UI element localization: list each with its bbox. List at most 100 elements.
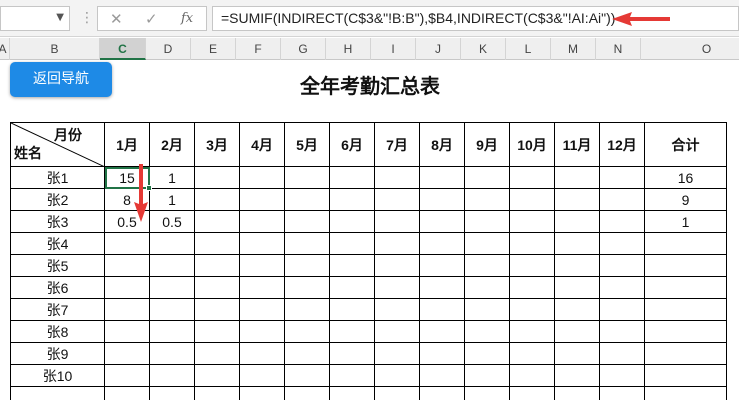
- total-cell[interactable]: [644, 342, 727, 365]
- month-header-cell[interactable]: 12月: [599, 122, 645, 167]
- value-cell[interactable]: [149, 320, 195, 343]
- column-header-n[interactable]: N: [596, 38, 641, 60]
- value-cell[interactable]: [509, 298, 555, 321]
- value-cell[interactable]: [329, 210, 375, 233]
- month-header-cell[interactable]: 2月: [149, 122, 195, 167]
- value-cell[interactable]: [194, 210, 240, 233]
- value-cell[interactable]: [374, 364, 420, 387]
- back-to-navigation-button[interactable]: 返回导航: [10, 62, 112, 97]
- value-cell[interactable]: [419, 298, 465, 321]
- total-cell[interactable]: [644, 232, 727, 255]
- value-cell[interactable]: [554, 298, 600, 321]
- name-cell[interactable]: 张5: [10, 254, 105, 277]
- value-cell[interactable]: [464, 342, 510, 365]
- column-header-i[interactable]: I: [371, 38, 416, 60]
- name-cell[interactable]: 张2: [10, 188, 105, 211]
- value-cell[interactable]: [554, 188, 600, 211]
- value-cell[interactable]: [104, 364, 150, 387]
- value-cell[interactable]: [554, 166, 600, 189]
- value-cell[interactable]: [239, 254, 285, 277]
- value-cell[interactable]: [464, 210, 510, 233]
- value-cell[interactable]: [464, 188, 510, 211]
- value-cell[interactable]: [509, 276, 555, 299]
- value-cell[interactable]: [374, 254, 420, 277]
- value-cell[interactable]: [194, 276, 240, 299]
- total-cell[interactable]: [644, 298, 727, 321]
- value-cell[interactable]: [284, 254, 330, 277]
- value-cell[interactable]: [509, 232, 555, 255]
- value-cell[interactable]: [374, 342, 420, 365]
- month-header-cell[interactable]: 6月: [329, 122, 375, 167]
- value-cell[interactable]: [329, 188, 375, 211]
- value-cell[interactable]: 1: [149, 188, 195, 211]
- value-cell[interactable]: [329, 298, 375, 321]
- value-cell[interactable]: [149, 254, 195, 277]
- value-cell[interactable]: [419, 232, 465, 255]
- value-cell[interactable]: [374, 232, 420, 255]
- chevron-down-icon[interactable]: ▼: [56, 12, 64, 23]
- value-cell[interactable]: [239, 342, 285, 365]
- value-cell[interactable]: [149, 364, 195, 387]
- column-header-c[interactable]: C: [100, 38, 146, 60]
- column-header-h[interactable]: H: [326, 38, 371, 60]
- value-cell[interactable]: [554, 342, 600, 365]
- value-cell[interactable]: [239, 210, 285, 233]
- value-cell[interactable]: [509, 166, 555, 189]
- value-cell[interactable]: [284, 210, 330, 233]
- column-header-e[interactable]: E: [191, 38, 236, 60]
- name-cell[interactable]: 张3: [10, 210, 105, 233]
- column-header-a[interactable]: A: [0, 38, 10, 60]
- value-cell[interactable]: [599, 188, 645, 211]
- value-cell[interactable]: [374, 386, 420, 400]
- name-cell[interactable]: 张9: [10, 342, 105, 365]
- value-cell[interactable]: [104, 342, 150, 365]
- total-cell[interactable]: 9: [644, 188, 727, 211]
- value-cell[interactable]: [599, 232, 645, 255]
- value-cell[interactable]: [329, 254, 375, 277]
- name-cell[interactable]: 张1: [10, 166, 105, 189]
- value-cell[interactable]: [374, 298, 420, 321]
- value-cell[interactable]: [239, 188, 285, 211]
- value-cell[interactable]: [284, 320, 330, 343]
- value-cell[interactable]: [194, 342, 240, 365]
- value-cell[interactable]: [599, 166, 645, 189]
- column-header-f[interactable]: F: [236, 38, 281, 60]
- value-cell[interactable]: [284, 342, 330, 365]
- value-cell[interactable]: [239, 386, 285, 400]
- month-header-cell[interactable]: 9月: [464, 122, 510, 167]
- month-header-cell[interactable]: 7月: [374, 122, 420, 167]
- value-cell[interactable]: [509, 386, 555, 400]
- total-cell[interactable]: [644, 276, 727, 299]
- value-cell[interactable]: [104, 232, 150, 255]
- value-cell[interactable]: [599, 386, 645, 400]
- value-cell[interactable]: [419, 166, 465, 189]
- value-cell[interactable]: [329, 276, 375, 299]
- value-cell[interactable]: [419, 386, 465, 400]
- value-cell[interactable]: [104, 276, 150, 299]
- value-cell[interactable]: [239, 166, 285, 189]
- check-icon[interactable]: ✓: [145, 10, 158, 28]
- value-cell[interactable]: [599, 364, 645, 387]
- value-cell[interactable]: 1: [149, 166, 195, 189]
- value-cell[interactable]: [194, 364, 240, 387]
- month-header-cell[interactable]: 11月: [554, 122, 600, 167]
- value-cell[interactable]: [464, 386, 510, 400]
- month-header-cell[interactable]: 4月: [239, 122, 285, 167]
- value-cell[interactable]: [194, 232, 240, 255]
- value-cell[interactable]: [509, 254, 555, 277]
- value-cell[interactable]: [194, 386, 240, 400]
- value-cell[interactable]: [104, 386, 150, 400]
- month-header-cell[interactable]: 8月: [419, 122, 465, 167]
- value-cell[interactable]: [509, 342, 555, 365]
- value-cell[interactable]: [419, 364, 465, 387]
- value-cell[interactable]: [149, 276, 195, 299]
- name-cell[interactable]: 张10: [10, 364, 105, 387]
- column-header-j[interactable]: J: [416, 38, 461, 60]
- value-cell[interactable]: [149, 342, 195, 365]
- value-cell[interactable]: [599, 276, 645, 299]
- value-cell[interactable]: [554, 364, 600, 387]
- value-cell[interactable]: [329, 364, 375, 387]
- value-cell[interactable]: [509, 210, 555, 233]
- value-cell[interactable]: [419, 254, 465, 277]
- column-header-g[interactable]: G: [281, 38, 326, 60]
